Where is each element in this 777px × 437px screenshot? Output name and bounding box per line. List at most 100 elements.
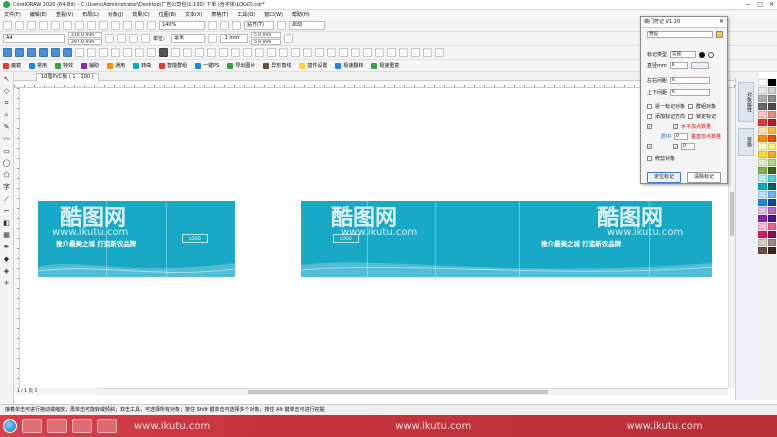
color-swatch[interactable] — [758, 151, 767, 158]
plugin-corner-lines[interactable]: 异形角线 — [263, 62, 291, 69]
plugin-general[interactable]: 通用 — [107, 62, 125, 69]
top-right-checkbox[interactable]: ✓ — [673, 124, 678, 129]
plugin-settings[interactable]: 插件设置 — [299, 62, 327, 69]
diameter-apply-button[interactable] — [690, 62, 709, 69]
plugin-assist[interactable]: 辅助 — [81, 62, 99, 69]
mark-type-select[interactable]: 实圆 — [670, 51, 697, 58]
pdf-icon[interactable] — [135, 20, 144, 30]
align-middle-icon[interactable] — [51, 48, 60, 57]
diameter-input[interactable]: 6 — [669, 62, 688, 69]
color-swatch[interactable] — [767, 167, 776, 174]
color-swatch[interactable] — [758, 79, 767, 86]
color-swatch[interactable] — [767, 79, 776, 86]
color-swatch[interactable] — [758, 135, 767, 142]
plugin-convert-curves[interactable]: 转曲 — [133, 62, 151, 69]
color-swatch[interactable] — [767, 143, 776, 150]
snap-to-dropdown[interactable]: 贴齐(T) — [244, 20, 274, 30]
banner-panel-right[interactable]: LOGO 推介最美之城 打造新农品牌 酷图网 www.ikutu.com 酷图网… — [301, 201, 712, 277]
mirror-vertical-icon[interactable] — [339, 48, 348, 57]
distribute-icon[interactable] — [75, 48, 84, 57]
connector-tool-icon[interactable]: ⌐ — [3, 207, 11, 215]
menu-text[interactable]: 文本(X) — [185, 11, 202, 18]
color-swatch[interactable] — [767, 111, 776, 118]
bottom-left-checkbox[interactable]: ✓ — [647, 144, 652, 149]
start-button[interactable] — [3, 419, 17, 433]
horizontal-scrollbar[interactable] — [98, 388, 728, 395]
color-swatch[interactable] — [767, 175, 776, 182]
rectangle-icon[interactable] — [219, 48, 228, 57]
new-document-icon[interactable] — [3, 20, 12, 30]
color-swatch[interactable] — [767, 239, 776, 246]
color-swatch[interactable] — [767, 215, 776, 222]
contour-icon[interactable] — [267, 48, 276, 57]
cut-icon[interactable] — [39, 20, 48, 30]
polygon-tool-icon[interactable]: ⬠ — [3, 171, 11, 179]
color-swatch[interactable] — [758, 223, 767, 230]
locate-mark-button[interactable]: 定位标记 — [647, 172, 681, 183]
color-swatch[interactable] — [758, 127, 767, 134]
dialog-close-icon[interactable]: ✕ — [719, 18, 724, 25]
interactive-fill-icon[interactable]: ◆ — [3, 255, 11, 263]
page-size-select[interactable]: A4 — [3, 34, 65, 43]
color-swatch[interactable] — [767, 103, 776, 110]
vertical-ruler[interactable] — [14, 88, 20, 388]
menu-object[interactable]: 对象(J) — [108, 11, 123, 18]
menu-edit[interactable]: 编辑(E) — [30, 11, 47, 18]
save-icon[interactable] — [27, 20, 36, 30]
menu-table[interactable]: 表格(T) — [211, 11, 228, 18]
landscape-icon[interactable] — [117, 34, 126, 43]
horizontal-scroll-thumb[interactable] — [248, 390, 548, 394]
merge-checkbox[interactable] — [647, 104, 652, 109]
undo-icon[interactable] — [75, 20, 84, 30]
minimize-button[interactable]: — — [745, 1, 751, 8]
fit-icon[interactable] — [399, 48, 408, 57]
full-screen-icon[interactable] — [147, 20, 156, 30]
paste-icon[interactable] — [63, 20, 72, 30]
plugin-common[interactable]: 常用 — [29, 62, 47, 69]
settings-icon[interactable] — [375, 48, 384, 57]
plugin-mojing[interactable]: 魔镜 — [3, 62, 21, 69]
parallel-dimension-icon[interactable]: ⟋ — [3, 195, 11, 203]
export-icon[interactable] — [123, 20, 132, 30]
lock-icon[interactable] — [423, 48, 432, 57]
grid-icon[interactable] — [291, 48, 300, 57]
color-swatch[interactable] — [758, 143, 767, 150]
layer-icon[interactable] — [411, 48, 420, 57]
color-swatch[interactable] — [767, 231, 776, 238]
show-guides-icon[interactable] — [232, 20, 241, 30]
menu-window[interactable]: 窗口(W) — [264, 11, 283, 18]
copy-icon[interactable] — [51, 20, 60, 30]
rotate-icon[interactable] — [351, 48, 360, 57]
color-swatch[interactable] — [767, 87, 776, 94]
open-icon[interactable] — [15, 20, 24, 30]
duplicate-x-input[interactable]: 5.0 mm — [251, 32, 282, 38]
launch-dropdown[interactable]: 启动 — [289, 20, 325, 30]
drop-shadow-icon[interactable]: ◧ — [3, 219, 11, 227]
menu-tools[interactable]: 工具(O) — [237, 11, 255, 18]
align-bottom-icon[interactable] — [63, 48, 72, 57]
zoom-level-select[interactable]: 140% — [159, 20, 205, 30]
trim-object-checkbox[interactable] — [647, 156, 652, 161]
import-icon[interactable] — [111, 20, 120, 30]
horizontal-ruler[interactable] — [14, 81, 735, 88]
smart-fill-icon[interactable]: ◈ — [3, 267, 11, 275]
show-rulers-icon[interactable] — [208, 20, 217, 30]
weld-icon[interactable] — [159, 48, 168, 57]
transparency-icon[interactable]: ▦ — [3, 231, 11, 239]
table-icon[interactable] — [303, 48, 312, 57]
duplicate-y-input[interactable]: 5.0 mm — [251, 39, 282, 45]
color-swatch[interactable] — [767, 191, 776, 198]
color-swatch[interactable] — [758, 167, 767, 174]
bottom-right-checkbox[interactable]: ✓ — [673, 144, 678, 149]
search-icon[interactable] — [99, 20, 108, 30]
crop-tool-icon[interactable]: ⌗ — [3, 99, 11, 107]
color-swatch[interactable] — [758, 95, 767, 102]
taskbar-app-coreldraw[interactable] — [22, 419, 42, 433]
frame-icon[interactable] — [279, 48, 288, 57]
cross-icon[interactable] — [363, 48, 372, 57]
close-button[interactable]: ✕ — [769, 1, 774, 8]
group-icon[interactable] — [111, 48, 120, 57]
eyedropper-icon[interactable]: ✒ — [3, 243, 11, 251]
top-left-checkbox[interactable]: ✓ — [647, 124, 652, 129]
color-swatch[interactable] — [758, 183, 767, 190]
